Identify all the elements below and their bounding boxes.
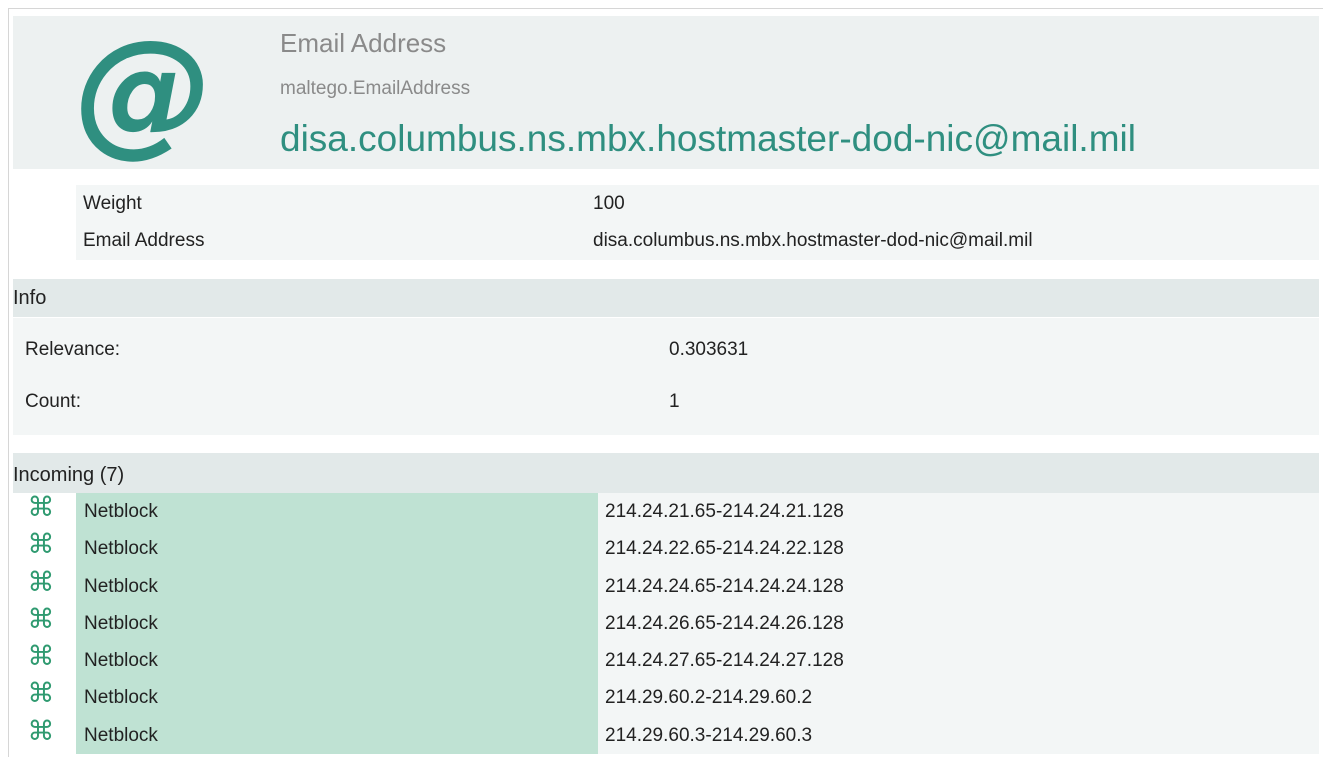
info-row: Count: 1 — [13, 377, 1319, 427]
netblock-icon: ⌘ — [27, 641, 55, 673]
incoming-type-cell: Netblock — [76, 493, 598, 531]
incoming-type-cell: Netblock — [76, 530, 598, 568]
incoming-list: ⌘ Netblock 214.24.21.65-214.24.21.128 ⌘ … — [13, 492, 1319, 755]
netblock-icon: ⌘ — [27, 566, 55, 598]
incoming-type: Netblock — [84, 724, 158, 746]
info-section-title: Info — [13, 287, 47, 309]
info-key: Count: — [25, 391, 81, 412]
at-sign-icon: @ — [75, 10, 213, 171]
netblock-icon: ⌘ — [27, 678, 55, 710]
incoming-value: 214.24.21.65-214.24.21.128 — [605, 501, 844, 522]
incoming-value-cell: 214.29.60.3-214.29.60.3 — [598, 716, 1319, 755]
incoming-value-cell: 214.24.22.65-214.24.22.128 — [598, 530, 1319, 568]
info-key: Relevance: — [25, 339, 121, 360]
incoming-value: 214.24.26.65-214.24.26.128 — [605, 612, 844, 634]
property-row: Email Address disa.columbus.ns.mbx.hostm… — [76, 224, 1319, 256]
netblock-icon: ⌘ — [27, 529, 55, 561]
incoming-value-cell: 214.24.21.65-214.24.21.128 — [598, 493, 1319, 531]
incoming-type: Netblock — [84, 538, 158, 560]
incoming-value: 214.29.60.2-214.29.60.2 — [605, 687, 813, 709]
incoming-row[interactable]: ⌘ Netblock 214.24.27.65-214.24.27.128 — [13, 641, 1319, 680]
incoming-row[interactable]: ⌘ Netblock 214.29.60.3-214.29.60.3 — [13, 715, 1319, 755]
incoming-type: Netblock — [84, 501, 158, 522]
incoming-row[interactable]: ⌘ Netblock 214.24.22.65-214.24.22.128 — [13, 529, 1319, 568]
incoming-type-cell: Netblock — [76, 604, 598, 643]
entity-class-name: maltego.EmailAddress — [280, 78, 471, 99]
incoming-row[interactable]: ⌘ Netblock 214.24.26.65-214.24.26.128 — [13, 603, 1319, 643]
info-row: Relevance: 0.303631 — [13, 325, 1319, 375]
incoming-type: Netblock — [84, 687, 158, 709]
property-row: Weight 100 — [76, 187, 1319, 219]
netblock-icon: ⌘ — [27, 715, 55, 747]
property-key: Email Address — [83, 230, 205, 251]
incoming-value-cell: 214.24.26.65-214.24.26.128 — [598, 604, 1319, 643]
netblock-icon: ⌘ — [27, 492, 55, 523]
incoming-type: Netblock — [84, 575, 158, 597]
incoming-type: Netblock — [84, 650, 158, 672]
entity-header: @ Email Address maltego.EmailAddress dis… — [13, 16, 1319, 169]
info-section-header[interactable]: Info — [13, 279, 1319, 317]
property-value: 100 — [593, 193, 625, 214]
incoming-type-cell: Netblock — [76, 567, 598, 605]
incoming-value: 214.24.27.65-214.24.27.128 — [605, 650, 844, 672]
info-value: 0.303631 — [669, 339, 749, 360]
incoming-type-cell: Netblock — [76, 642, 598, 680]
entity-value: disa.columbus.ns.mbx.hostmaster-dod-nic@… — [280, 118, 1136, 159]
info-value: 1 — [669, 391, 680, 412]
incoming-section-title: Incoming (7) — [13, 464, 125, 486]
incoming-value: 214.29.60.3-214.29.60.3 — [605, 724, 813, 746]
incoming-value: 214.24.22.65-214.24.22.128 — [605, 538, 844, 560]
incoming-row[interactable]: ⌘ Netblock 214.24.21.65-214.24.21.128 — [13, 492, 1319, 531]
incoming-type-cell: Netblock — [76, 679, 598, 717]
entity-type-label: Email Address — [280, 28, 447, 58]
incoming-value-cell: 214.29.60.2-214.29.60.2 — [598, 679, 1319, 717]
info-section-body: Relevance: 0.303631 Count: 1 — [13, 318, 1319, 435]
incoming-row[interactable]: ⌘ Netblock 214.24.24.65-214.24.24.128 — [13, 566, 1319, 605]
property-value: disa.columbus.ns.mbx.hostmaster-dod-nic@… — [593, 230, 1033, 251]
properties-table: Weight 100 Email Address disa.columbus.n… — [76, 185, 1319, 260]
incoming-type-cell: Netblock — [76, 716, 598, 755]
incoming-value-cell: 214.24.24.65-214.24.24.128 — [598, 567, 1319, 605]
incoming-value: 214.24.24.65-214.24.24.128 — [605, 575, 844, 597]
incoming-row[interactable]: ⌘ Netblock 214.29.60.2-214.29.60.2 — [13, 678, 1319, 717]
incoming-type: Netblock — [84, 612, 158, 634]
property-key: Weight — [83, 193, 142, 214]
incoming-value-cell: 214.24.27.65-214.24.27.128 — [598, 642, 1319, 680]
netblock-icon: ⌘ — [27, 603, 55, 635]
incoming-section-header[interactable]: Incoming (7) — [13, 453, 1319, 493]
